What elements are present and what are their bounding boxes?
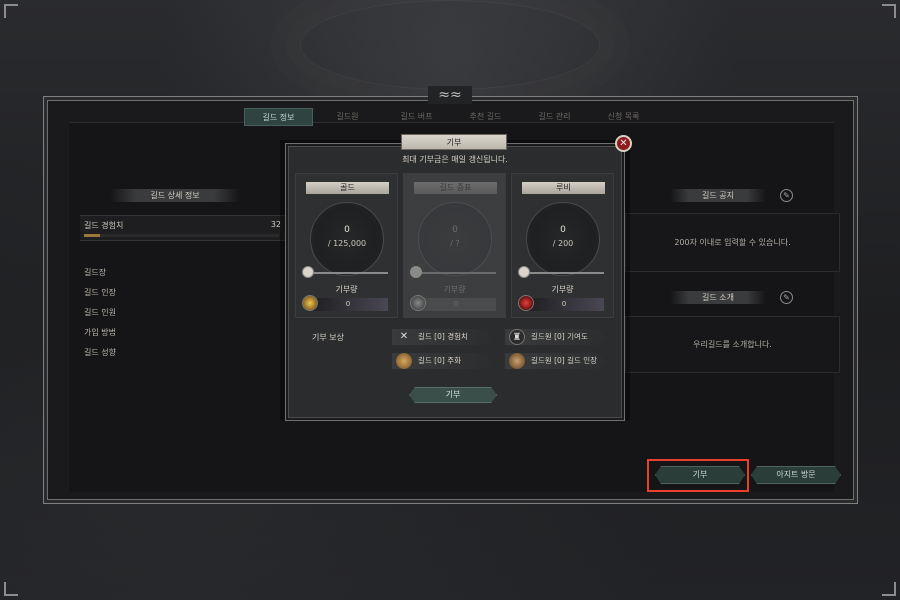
close-icon[interactable]: ✕ [615,135,632,152]
donate-slider-handle[interactable] [518,266,530,278]
helmet-icon: ♜ [509,329,525,345]
donate-amount-field[interactable]: 0 [308,298,388,311]
card-title: 길드 증표 [414,182,497,194]
guild-exp-bar [84,234,279,237]
tab-recommended-guilds[interactable]: 추천 길드 [451,108,520,126]
card-label: 기부량 [335,285,358,294]
card-current-value: 0 [560,225,566,235]
card-label: 기부량 [551,285,574,294]
donate-slider-track [416,272,496,274]
guild-exp-row: 길드 경험치 32 [80,215,285,241]
frame-corner [4,582,18,596]
card-max-value: / ? [450,239,460,248]
tab-guild-members[interactable]: 길드원 [313,108,382,126]
guild-token-icon [410,295,426,311]
donate-card-guild-token: 길드 증표 0 / ? 기부량 0 [403,173,506,318]
donate-amount-field: 0 [416,298,496,311]
crossed-swords-icon: ✕ [399,331,409,342]
tab-guild-management[interactable]: 길드 관리 [520,108,589,126]
donate-card-ruby: 루비 0 / 200 기부량 0 [511,173,614,318]
donate-card-gold: 골드 0 / 125,000 기부량 0 [295,173,398,318]
gold-coin-icon [302,295,318,311]
frame-corner [4,4,18,18]
card-current-value: 0 [344,225,350,235]
info-guild-tendency: 길드 성향 [84,348,116,357]
guild-info-list: 길드장 길드 인장 길드 인원 가입 방법 길드 성향 [84,263,116,363]
info-guild-master: 길드장 [84,268,107,277]
tab-guild-info[interactable]: 길드 정보 [244,108,313,126]
background-swirl-ornament [300,0,600,90]
donate-slider-handle[interactable] [302,266,314,278]
donate-button-highlight [647,459,749,492]
donate-amount-field[interactable]: 0 [524,298,604,311]
frame-ornament-icon: ≈≈ [428,86,472,104]
guild-notice-title: 길드 공지 [670,189,766,202]
card-max-value: / 200 [552,239,574,248]
donate-modal-subtitle: 최대 기부금은 매일 갱신됩니다. [402,155,508,164]
donate-modal-title: 기부 [401,134,507,150]
seal-icon [509,353,525,369]
frame-corner [882,582,896,596]
ruby-icon [518,295,534,311]
info-join-method: 가입 방법 [84,328,116,337]
guild-notice-box[interactable]: 200자 이내로 입력할 수 있습니다. [625,213,840,272]
card-current-value: 0 [452,225,458,235]
guild-tabs: 길드 정보 길드원 길드 버프 추천 길드 길드 관리 신청 목록 [244,108,658,126]
guild-exp-label: 길드 경험치 [84,221,124,230]
frame-corner [882,4,896,18]
tab-guild-buff[interactable]: 길드 버프 [382,108,451,126]
visit-hideout-button[interactable]: 아지트 방문 [751,466,841,484]
guild-intro-title: 길드 소개 [670,291,766,304]
card-amount-circle: 0 / 125,000 [310,202,384,276]
edit-notice-icon[interactable]: ✎ [780,189,793,202]
donate-slider-track[interactable] [524,272,604,274]
card-title: 루비 [522,182,605,194]
donate-reward-title: 기부 보상 [312,333,344,342]
info-guild-members: 길드 인원 [84,308,116,317]
card-amount-circle: 0 / 200 [526,202,600,276]
tab-application-list[interactable]: 신청 목록 [589,108,658,126]
guild-detail-title: 길드 상세 정보 [110,189,240,202]
donate-slider-track[interactable] [308,272,388,274]
edit-intro-icon[interactable]: ✎ [780,291,793,304]
info-guild-seal: 길드 인장 [84,288,116,297]
guild-intro-box: 우리길드를 소개합니다. [625,316,840,373]
card-label: 기부량 [443,285,466,294]
coin-icon [396,353,412,369]
card-title: 골드 [306,182,389,194]
card-amount-circle: 0 / ? [418,202,492,276]
card-max-value: / 125,000 [327,239,367,248]
confirm-donate-button[interactable]: 기부 [409,387,497,403]
donate-slider-handle [410,266,422,278]
